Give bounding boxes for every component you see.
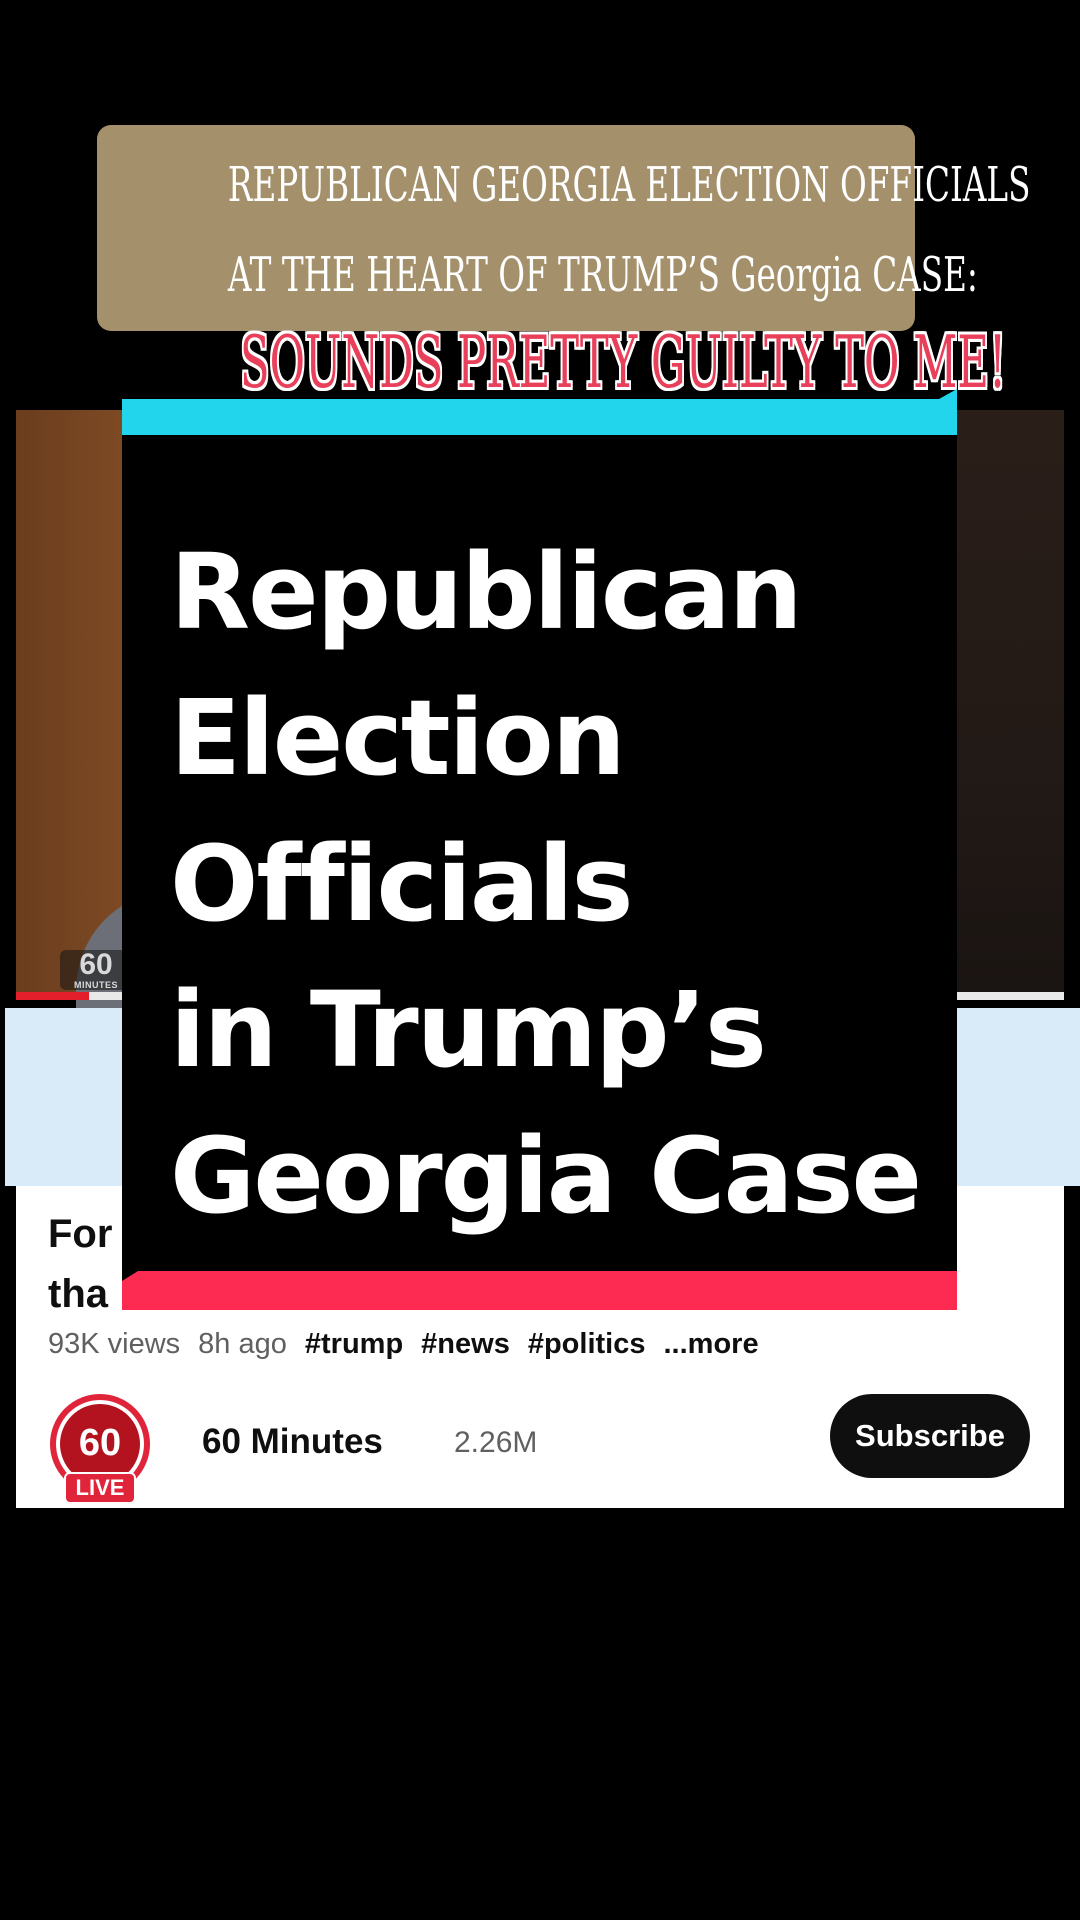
caption-line-1: REPUBLICAN GEORGIA ELECTION OFFICIALS [227,157,1031,213]
channel-name[interactable]: 60 Minutes [202,1422,383,1462]
video-progress-fill [16,992,90,1000]
card-bottom-bar-notch [122,1271,138,1281]
caption-line-2: AT THE HEART OF TRUMP’S Georgia CASE: [227,247,978,303]
watermark-main: 60 [79,948,113,981]
more-link[interactable]: ...more [664,1328,759,1361]
hashtag-trump[interactable]: #trump [305,1328,403,1361]
card-top-bar-corner [939,389,957,399]
channel-row: 60 LIVE 60 Minutes 2.26M Subscribe [46,1394,1046,1504]
video-meta-row: 93K views 8h ago #trump #news #politics … [48,1324,777,1364]
live-badge: LIVE [64,1472,136,1504]
subscriber-count: 2.26M [454,1426,538,1459]
card-title-line-3: Officials [170,823,634,945]
card-title-line-5: Georgia Case [170,1115,922,1237]
card-top-bar [122,399,957,435]
card-title-line-1: Republican [170,531,803,653]
view-count: 93K views [48,1327,181,1360]
subscribe-button[interactable]: Subscribe [830,1394,1030,1478]
page: 60 MINUTES For tha .. 93K views 8h ago #… [0,0,1080,1920]
card-title-line-2: Election [170,677,626,799]
video-title-line2: tha [48,1272,108,1316]
channel-avatar[interactable]: 60 LIVE [46,1394,154,1504]
card-title: Republican Election Officials in Trump’s… [170,519,950,1249]
card-bottom-bar [122,1271,957,1310]
upload-age: 8h ago [198,1327,287,1360]
card-title-line-4: in Trump’s [170,969,767,1091]
hashtag-news[interactable]: #news [421,1328,510,1361]
title-card: Republican Election Officials in Trump’s… [122,389,957,1310]
hashtag-politics[interactable]: #politics [528,1328,646,1361]
video-title-line1: For [48,1212,113,1256]
caption-highlight: SOUNDS PRETTY GUILTY TO ME! [240,320,1007,404]
